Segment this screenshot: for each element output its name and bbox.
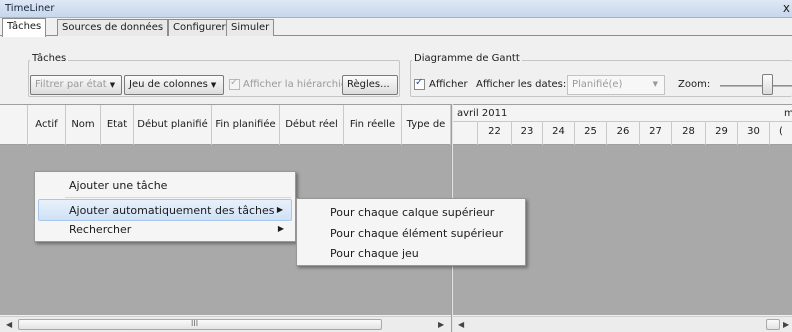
gantt-day-cell: ( [779, 126, 783, 137]
zoom-label: Zoom: [678, 79, 711, 90]
zoom-slider-track[interactable] [720, 85, 792, 87]
filter-by-state-dropdown[interactable]: Filtrer par état ▼ [30, 75, 122, 95]
submenu-arrow-icon: ▶ [276, 205, 283, 214]
scroll-right-icon[interactable]: ▶ [783, 320, 789, 329]
scrollbar-thumb[interactable] [766, 319, 780, 330]
search-label: Rechercher [69, 223, 132, 236]
show-hierarchy-label: Afficher la hiérarchie [243, 79, 348, 90]
column-header-fin-planifiee[interactable]: Fin planifiée [212, 105, 280, 145]
menu-item-auto-add-tasks[interactable]: Ajouter automatiquement des tâches ▶ [38, 199, 292, 221]
show-hierarchy-checkbox[interactable] [229, 77, 240, 90]
menu-item-search[interactable]: Rechercher ▶ [38, 219, 292, 241]
submenu-item-each-top-item[interactable]: Pour chaque élément supérieur [300, 223, 522, 245]
rules-button[interactable]: Règles... [342, 75, 398, 95]
column-header-actif[interactable]: Actif [28, 105, 66, 145]
gantt-header: avril 2011 m 22 23 24 25 26 27 28 29 30 … [453, 104, 792, 145]
menu-item-add-task[interactable]: Ajouter une tâche [38, 175, 292, 197]
chevron-down-icon: ▼ [210, 81, 217, 89]
column-header-fin-reelle[interactable]: Fin réelle [344, 105, 402, 145]
gantt-next-month-label: m [784, 108, 792, 119]
context-menu: Ajouter une tâche Ajouter automatiquemen… [34, 171, 296, 242]
scroll-right-icon[interactable]: ▶ [438, 320, 444, 329]
zoom-slider-thumb[interactable] [762, 74, 773, 95]
close-icon[interactable]: x [783, 1, 790, 15]
auto-add-submenu: Pour chaque calque supérieur Pour chaque… [296, 198, 526, 266]
title-bar: TimeLiner x [0, 0, 792, 18]
gantt-day-cell: 23 [512, 122, 543, 145]
column-header-debut-planifie[interactable]: Début planifié [134, 105, 212, 145]
show-gantt-checkbox[interactable] [414, 77, 425, 90]
column-header-etat[interactable]: Etat [101, 105, 134, 145]
scrollbar-grip: III [191, 319, 199, 328]
column-header-type[interactable]: Type de [402, 105, 451, 145]
tab-taches[interactable]: Tâches [2, 18, 47, 37]
window-title: TimeLiner [5, 3, 55, 14]
tab-configurer[interactable]: Configurer [168, 19, 231, 36]
submenu-item-each-top-layer[interactable]: Pour chaque calque supérieur [300, 202, 522, 224]
gantt-day-cell: 29 [706, 122, 738, 145]
scrollbar-thumb[interactable]: III [18, 319, 382, 330]
gantt-hscrollbar[interactable]: ◀ ▶ [453, 316, 792, 332]
gantt-group-legend: Diagramme de Gantt [412, 53, 522, 64]
chevron-down-icon: ▼ [109, 81, 116, 89]
tab-simuler[interactable]: Simuler [226, 19, 275, 36]
tab-sources-de-donnees[interactable]: Sources de données [57, 19, 169, 36]
scroll-left-icon[interactable]: ◀ [458, 320, 464, 329]
gantt-day-cell: 25 [575, 122, 607, 145]
dates-select-value: Planifié(e) [572, 79, 623, 90]
gantt-day-cell: 24 [543, 122, 575, 145]
scroll-left-icon[interactable]: ◀ [6, 320, 12, 329]
tasks-group-legend: Tâches [30, 53, 69, 64]
column-header-debut-reel[interactable]: Début réel [280, 105, 344, 145]
chevron-down-icon: ▼ [652, 80, 658, 88]
filter-by-state-label: Filtrer par état [35, 79, 107, 90]
gantt-day-cell: 22 [478, 122, 512, 145]
tab-strip: Tâches Sources de données Configurer Sim… [0, 18, 792, 37]
column-set-dropdown[interactable]: Jeu de colonnes ▼ [124, 75, 224, 95]
gantt-day-cell [453, 122, 478, 145]
column-header-nom[interactable]: Nom [66, 105, 101, 145]
menu-separator [65, 197, 291, 198]
gantt-day-cell: 28 [672, 122, 706, 145]
dates-select[interactable]: Planifié(e) ▼ [567, 75, 665, 95]
show-gantt-label: Afficher [429, 79, 468, 90]
gantt-month-label: avril 2011 [457, 108, 508, 119]
gantt-day-cell: 26 [607, 122, 640, 145]
auto-add-tasks-label: Ajouter automatiquement des tâches [69, 204, 275, 217]
show-dates-label: Afficher les dates: [476, 79, 567, 90]
gantt-day-cell: 27 [640, 122, 672, 145]
column-set-label: Jeu de colonnes [129, 79, 208, 90]
task-table-header: Actif Nom Etat Début planifié Fin planif… [0, 104, 451, 145]
gantt-day-cell: 30 [738, 122, 770, 145]
task-table-hscrollbar[interactable]: ◀ III ▶ [0, 316, 451, 332]
row-header-corner [0, 105, 28, 145]
submenu-item-each-set[interactable]: Pour chaque jeu [300, 243, 522, 265]
submenu-arrow-icon: ▶ [277, 224, 284, 233]
